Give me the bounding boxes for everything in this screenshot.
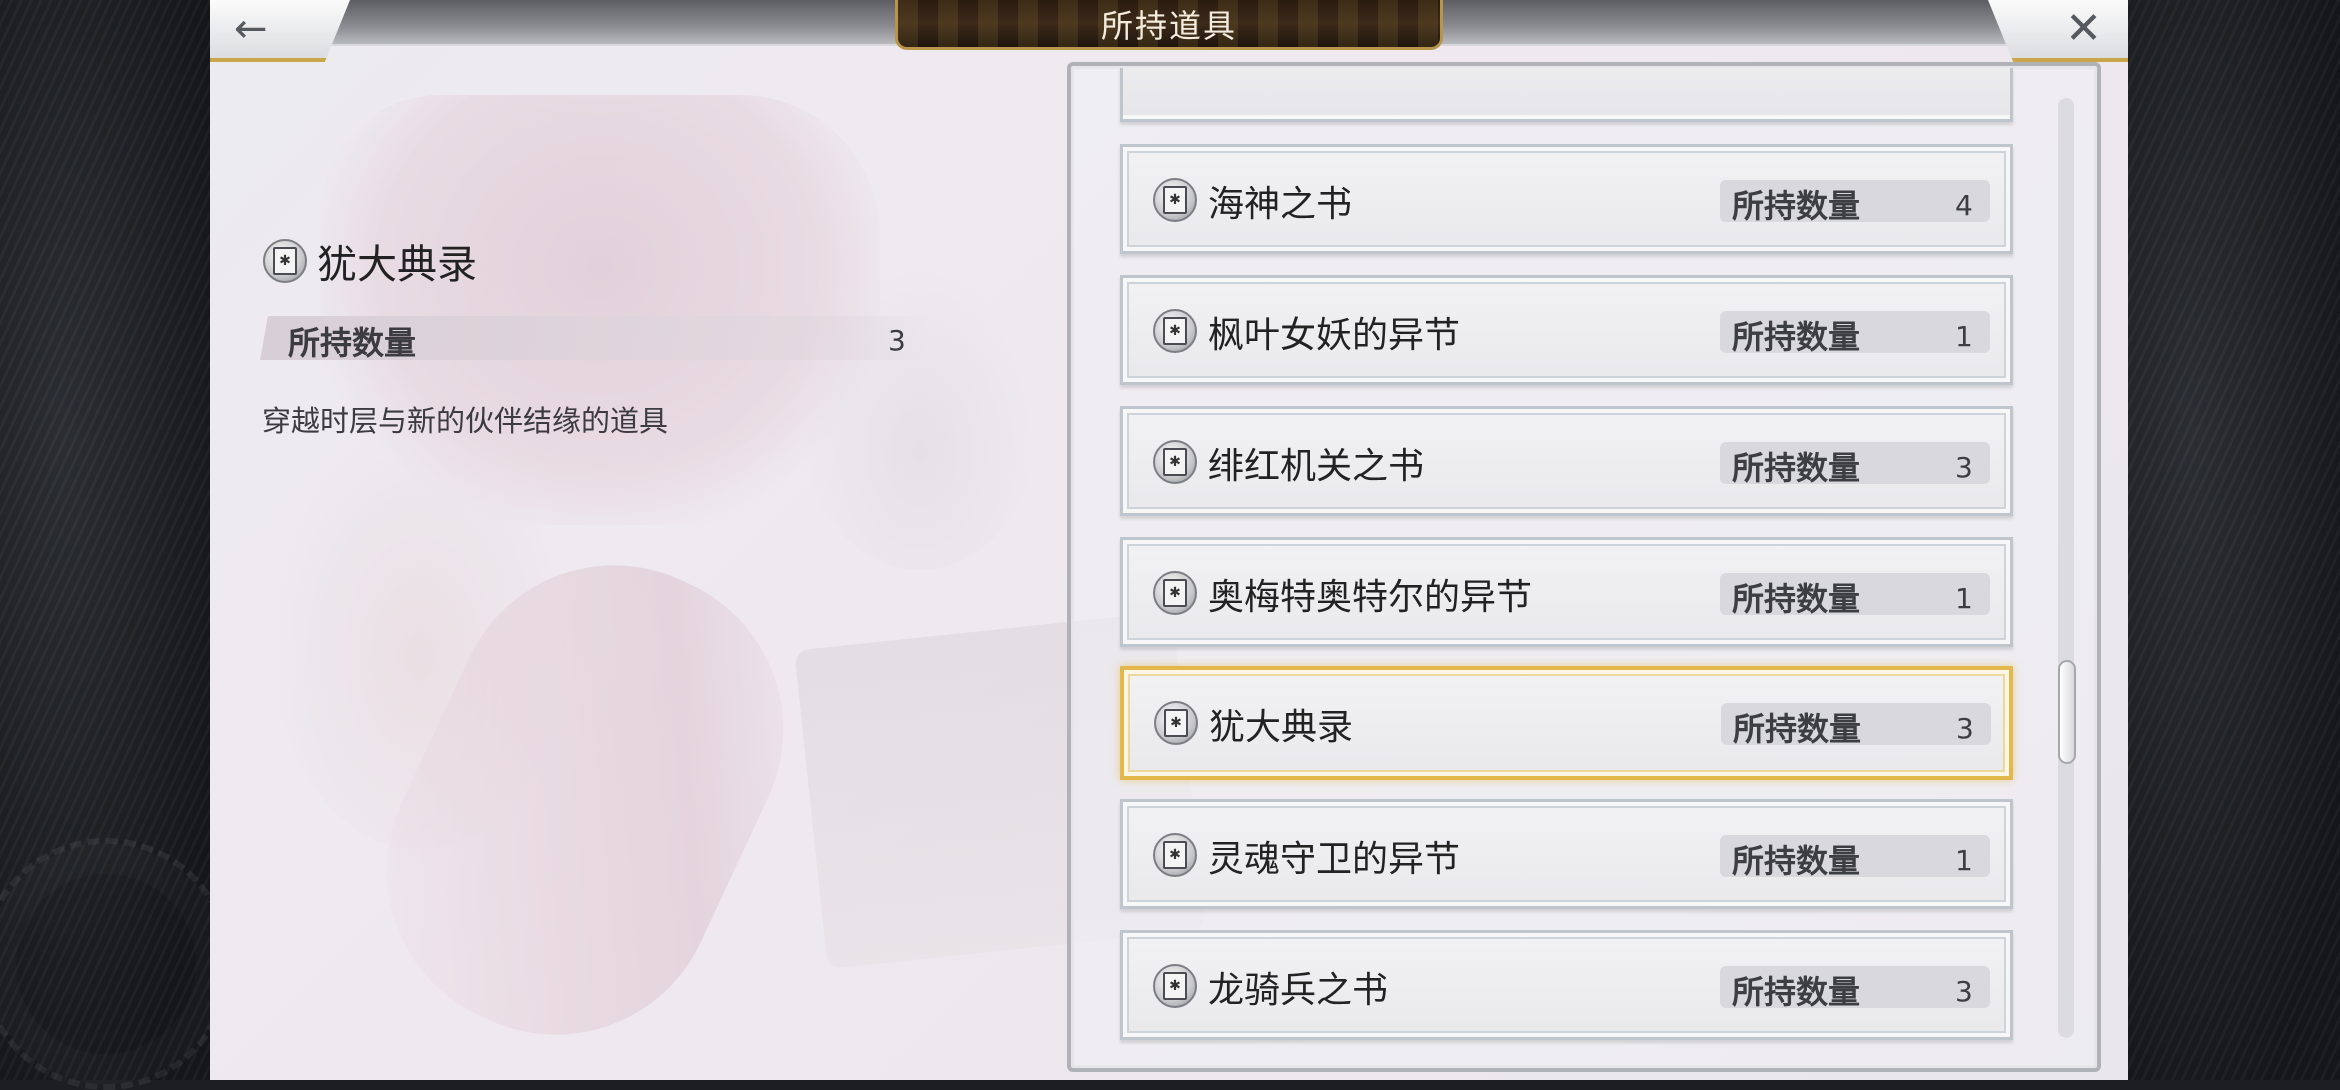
quantity-value: 1	[1955, 844, 1973, 877]
arrow-left-icon: ←	[234, 6, 268, 52]
detail-quantity-label: 所持数量	[288, 324, 417, 362]
book-icon: ✱	[1153, 964, 1197, 1008]
page-title: 所持道具	[1100, 6, 1237, 45]
quantity-value: 3	[1955, 451, 1973, 484]
list-item[interactable]: ✱ 海神之书 所持数量 4	[1120, 144, 2013, 254]
list-item-name: 奥梅特奥特尔的异节	[1208, 577, 1533, 618]
scrollbar-thumb[interactable]	[2058, 660, 2076, 764]
book-icon: ✱	[1153, 571, 1197, 615]
list-item[interactable]: ✱ 龙骑兵之书 所持数量 3	[1120, 930, 2013, 1040]
list-item-partial[interactable]	[1120, 68, 2013, 122]
quantity-value: 3	[1956, 712, 1974, 745]
list-item-name: 海神之书	[1208, 184, 1353, 225]
quantity-value: 4	[1955, 189, 1973, 222]
book-icon: ✱	[1153, 309, 1197, 353]
list-item[interactable]: ✱ 绯红机关之书 所持数量 3	[1120, 406, 2013, 516]
list-item[interactable]: ✱ 奥梅特奥特尔的异节 所持数量 1	[1120, 537, 2013, 647]
quantity-label: 所持数量	[1732, 580, 1861, 618]
list-item-name: 犹大典录	[1209, 707, 1354, 748]
book-icon: ✱	[1154, 701, 1198, 745]
book-icon: ✱	[1153, 440, 1197, 484]
list-item[interactable]: ✱ 灵魂守卫的异节 所持数量 1	[1120, 799, 2013, 909]
list-item-name: 绯红机关之书	[1208, 446, 1425, 487]
quantity-label: 所持数量	[1733, 710, 1862, 748]
quantity-label: 所持数量	[1732, 449, 1861, 487]
quantity-value: 1	[1955, 320, 1973, 353]
detail-description: 穿越时层与新的伙伴结缘的道具	[262, 404, 669, 438]
list-item[interactable]: ✱ 枫叶女妖的异节 所持数量 1	[1120, 275, 2013, 385]
quantity-label: 所持数量	[1732, 973, 1861, 1011]
quantity-value: 1	[1955, 582, 1973, 615]
book-icon: ✱	[263, 239, 307, 283]
detail-item-name: 犹大典录	[317, 242, 477, 288]
left-backdrop	[0, 0, 232, 1090]
list-item-name: 枫叶女妖的异节	[1208, 315, 1461, 356]
quantity-label: 所持数量	[1732, 842, 1861, 880]
quantity-label: 所持数量	[1732, 318, 1861, 356]
close-icon: ✕	[2065, 3, 2102, 54]
clock-gear-decoration	[0, 838, 232, 1090]
quantity-value: 3	[1955, 975, 1973, 1008]
sack-background-art	[800, 270, 1040, 570]
quantity-label: 所持数量	[1732, 187, 1861, 225]
book-icon: ✱	[1153, 178, 1197, 222]
list-item-selected[interactable]: ✱ 犹大典录 所持数量 3	[1120, 666, 2013, 780]
title-plate: 所持道具	[895, 0, 1443, 50]
right-backdrop	[2128, 0, 2340, 1080]
book-icon: ✱	[1153, 833, 1197, 877]
detail-header: ✱ 犹大典录	[263, 232, 477, 290]
list-item-name: 灵魂守卫的异节	[1208, 839, 1461, 880]
list-item-name: 龙骑兵之书	[1208, 970, 1389, 1011]
scrollbar-track[interactable]	[2058, 98, 2074, 1038]
detail-quantity-value: 3	[888, 324, 906, 357]
